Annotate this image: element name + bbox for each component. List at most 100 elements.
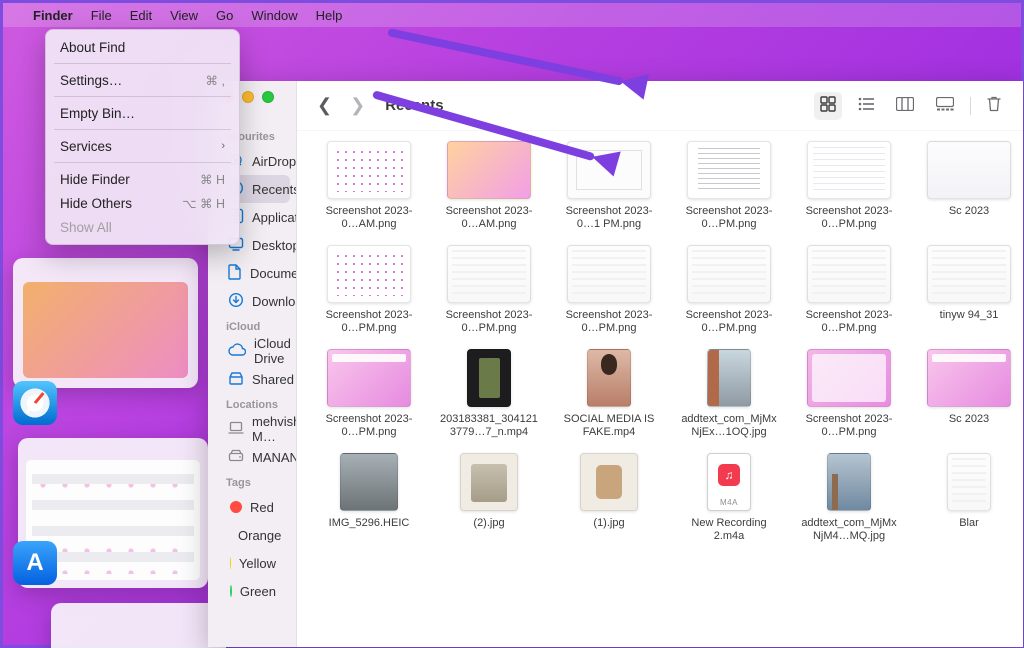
menu-app[interactable]: Finder <box>33 8 73 23</box>
delete-button[interactable] <box>981 92 1007 120</box>
view-gallery-button[interactable] <box>930 93 960 119</box>
finder-menu-dropdown: About Find Settings…⌘ , Empty Bin… Servi… <box>45 29 240 245</box>
file-item[interactable]: Screenshot 2023-0…PM.png <box>559 245 659 335</box>
laptop-icon <box>228 421 244 438</box>
tag-dot-icon <box>230 585 232 597</box>
file-name: addtext_com_MjMxNjEx…1OQ.jpg <box>679 413 779 439</box>
file-thumbnail <box>340 453 398 511</box>
minimize-button[interactable] <box>242 91 254 103</box>
safari-icon[interactable] <box>13 381 57 425</box>
file-thumbnail <box>927 245 1011 303</box>
file-item[interactable]: IMG_5296.HEIC <box>319 453 419 543</box>
file-thumbnail <box>447 245 531 303</box>
file-name: Screenshot 2023-0…PM.png <box>319 309 419 335</box>
menu-empty-bin[interactable]: Empty Bin… <box>46 101 239 125</box>
tag-green[interactable]: Green <box>214 577 290 605</box>
file-name: (1).jpg <box>593 517 624 530</box>
file-name: Screenshot 2023-0…PM.png <box>679 205 779 231</box>
back-button[interactable]: ❮ <box>313 95 336 116</box>
appstore-icon[interactable]: A <box>13 541 57 585</box>
sidebar-item-icloud-drive[interactable]: iCloud Drive <box>214 337 290 365</box>
menu-hide-others[interactable]: Hide Others⌥ ⌘ H <box>46 191 239 215</box>
file-item[interactable]: Screenshot 2023-0…PM.png <box>439 245 539 335</box>
file-item[interactable]: 203183381_3041213779…7_n.mp4 <box>439 349 539 439</box>
forward-button[interactable]: ❯ <box>346 95 369 116</box>
menu-services[interactable]: Services› <box>46 134 239 158</box>
tag-label: Green <box>240 584 276 599</box>
tag-red[interactable]: Red <box>214 493 290 521</box>
tag-dot-icon <box>230 557 231 569</box>
tag-dot-icon <box>230 501 242 513</box>
content-pane: ❮ ❯ Recents <box>297 81 1023 647</box>
view-columns-button[interactable] <box>890 93 920 119</box>
sidebar-item-label: Applications <box>252 210 297 225</box>
file-item[interactable]: Sc 2023 <box>919 349 1019 439</box>
downloads-icon <box>228 292 244 311</box>
file-name: Blar <box>959 517 979 530</box>
menubar: Finder File Edit View Go Window Help <box>3 3 1021 27</box>
sidebar-item-documents[interactable]: Documents <box>214 259 290 287</box>
file-thumbnail <box>567 245 651 303</box>
menu-hide-finder[interactable]: Hide Finder⌘ H <box>46 167 239 191</box>
location-title: Recents <box>385 97 443 114</box>
file-item[interactable]: Screenshot 2023-0…AM.png <box>439 141 539 231</box>
file-thumbnail <box>327 349 411 407</box>
file-item[interactable]: ♫New Recording 2.m4a <box>679 453 779 543</box>
menu-file[interactable]: File <box>91 8 112 23</box>
sidebar-item-label: Documents <box>250 266 297 281</box>
icloud-icon <box>228 343 246 360</box>
file-item[interactable]: Screenshot 2023-0…PM.png <box>319 245 419 335</box>
view-list-button[interactable] <box>852 93 880 119</box>
file-item[interactable]: tinyw 94_31 <box>919 245 1019 335</box>
file-thumbnail <box>927 141 1011 199</box>
section-locations: Locations <box>208 393 296 415</box>
finder-window: avourites AirDropRecentsApplicationsDesk… <box>208 81 1023 647</box>
file-item[interactable]: Screenshot 2023-0…PM.png <box>319 349 419 439</box>
file-item[interactable]: Screenshot 2023-0…1 PM.png <box>559 141 659 231</box>
file-item[interactable]: Screenshot 2023-0…PM.png <box>679 141 779 231</box>
file-item[interactable]: Screenshot 2023-0…PM.png <box>799 141 899 231</box>
view-icons-button[interactable] <box>814 92 842 120</box>
file-name: Screenshot 2023-0…PM.png <box>319 413 419 439</box>
file-item[interactable]: Screenshot 2023-0…PM.png <box>679 245 779 335</box>
file-name: New Recording 2.m4a <box>679 517 779 543</box>
sidebar-item-shared[interactable]: Shared <box>214 365 290 393</box>
file-thumbnail <box>687 141 771 199</box>
file-item[interactable]: Screenshot 2023-0…PM.png <box>799 349 899 439</box>
file-name: Sc 2023 <box>949 205 989 218</box>
menu-about-finder[interactable]: About Find <box>46 35 239 59</box>
tag-orange[interactable]: Orange <box>214 521 290 549</box>
menu-show-all: Show All <box>46 215 239 239</box>
sidebar-item-downloads[interactable]: Downloads <box>214 287 290 315</box>
menu-go[interactable]: Go <box>216 8 233 23</box>
sidebar-item-manan[interactable]: MANAN⏏ <box>214 443 290 471</box>
file-item[interactable]: Sc 2023 <box>919 141 1019 231</box>
sidebar-item-label: Shared <box>252 372 294 387</box>
file-thumbnail <box>447 141 531 199</box>
sidebar-item-label: MANAN <box>252 450 297 465</box>
menu-help[interactable]: Help <box>316 8 343 23</box>
file-item[interactable]: Blar <box>919 453 1019 543</box>
file-thumbnail <box>827 453 871 511</box>
doc-icon <box>228 264 242 283</box>
file-item[interactable]: (1).jpg <box>559 453 659 543</box>
file-thumbnail <box>807 141 891 199</box>
file-item[interactable]: Screenshot 2023-0…AM.png <box>319 141 419 231</box>
menu-view[interactable]: View <box>170 8 198 23</box>
tag-yellow[interactable]: Yellow <box>214 549 290 577</box>
menu-edit[interactable]: Edit <box>130 8 152 23</box>
sidebar-item-mehvish-s-m-[interactable]: mehvish's M… <box>214 415 290 443</box>
menu-window[interactable]: Window <box>251 8 297 23</box>
file-thumbnail <box>327 141 411 199</box>
file-thumbnail <box>807 349 891 407</box>
file-thumbnail <box>567 141 651 199</box>
shared-icon <box>228 370 244 389</box>
file-item[interactable]: addtext_com_MjMxNjM4…MQ.jpg <box>799 453 899 543</box>
fullscreen-button[interactable] <box>262 91 274 103</box>
file-item[interactable]: (2).jpg <box>439 453 539 543</box>
file-item[interactable]: addtext_com_MjMxNjEx…1OQ.jpg <box>679 349 779 439</box>
file-item[interactable]: Screenshot 2023-0…PM.png <box>799 245 899 335</box>
file-name: Screenshot 2023-0…PM.png <box>799 205 899 231</box>
menu-settings[interactable]: Settings…⌘ , <box>46 68 239 92</box>
file-item[interactable]: SOCIAL MEDIA IS FAKE.mp4 <box>559 349 659 439</box>
